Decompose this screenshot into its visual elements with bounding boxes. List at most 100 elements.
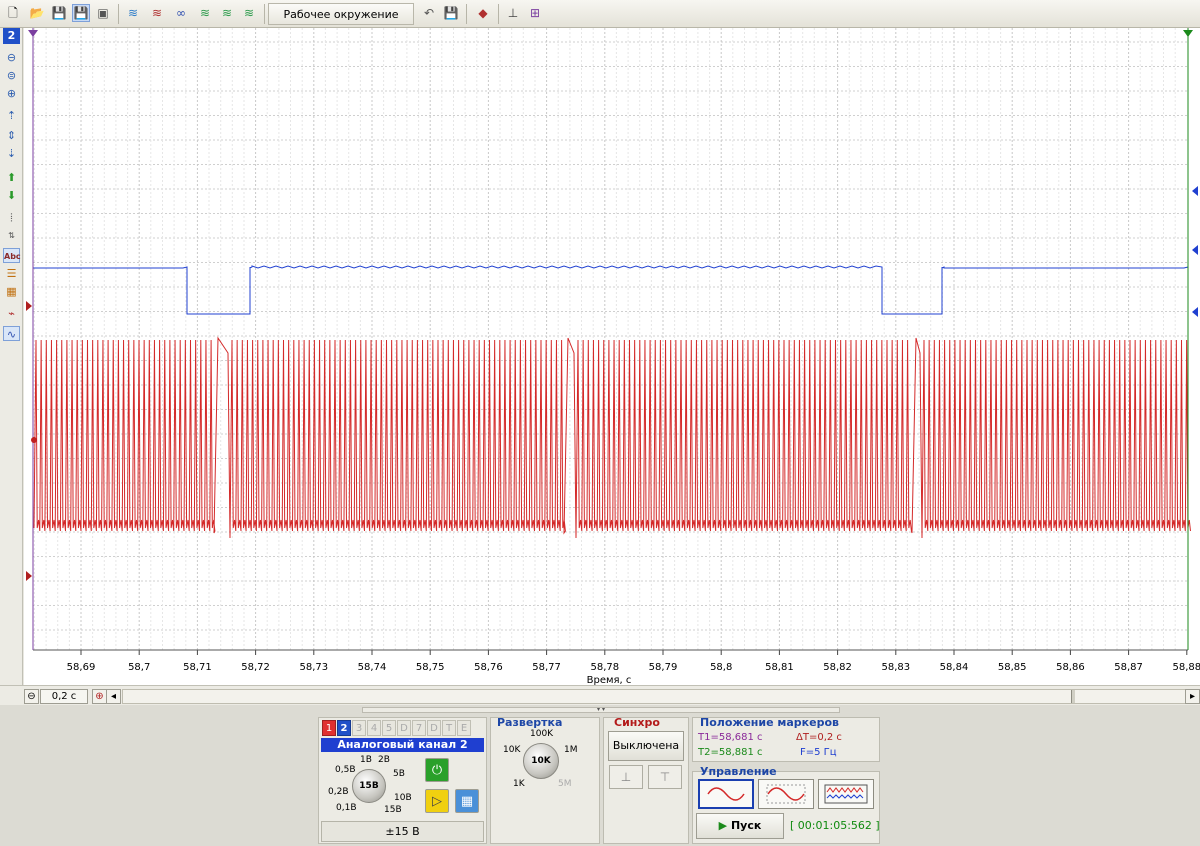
grid-icon[interactable]: ⦙ <box>3 210 20 225</box>
run-button[interactable]: ▶ Пуск <box>696 813 784 839</box>
arrow-down-icon[interactable]: ⬇ <box>3 188 20 203</box>
channel-tab-10[interactable]: E <box>457 720 471 736</box>
time-scrollbar[interactable] <box>122 689 1186 704</box>
x-tick-label: 58,87 <box>1114 662 1143 673</box>
signal-icon-2[interactable]: ≋ <box>148 4 166 22</box>
falling-edge-icon[interactable]: ⊤ <box>648 765 682 789</box>
channel-tab-1[interactable]: 1 <box>322 720 336 736</box>
knob-value: 15В <box>359 781 379 791</box>
workspace-button[interactable]: Рабочее окружение <box>268 3 414 25</box>
table-icon[interactable]: ▦ <box>3 284 20 299</box>
marker-end-handle <box>1183 30 1193 37</box>
single-mode-button[interactable] <box>698 779 754 809</box>
time-zoom-out-button[interactable]: ⊖ <box>24 689 39 704</box>
signal-icon-5[interactable]: ≋ <box>218 4 236 22</box>
workspace-label: Рабочее окружение <box>283 7 399 21</box>
marker-freq: F=5 Гц <box>800 747 837 758</box>
channel-badge[interactable]: 2 <box>3 28 20 44</box>
time-scale-value[interactable]: 0,2 с <box>40 689 88 704</box>
rising-edge-icon[interactable]: ⊥ <box>609 765 643 789</box>
sweep-label: 100K <box>530 729 554 739</box>
save-workspace-icon[interactable]: 💾 <box>442 4 460 22</box>
sweep-knob[interactable]: 10K <box>523 743 559 779</box>
trigger-point <box>31 437 37 443</box>
continuous-mode-button[interactable] <box>758 779 814 809</box>
signal-icon-4[interactable]: ≋ <box>196 4 214 22</box>
list-icon[interactable]: ☰ <box>3 266 20 281</box>
markers-title: Положение маркеров <box>700 716 839 729</box>
chart-icon[interactable]: ⌁ <box>3 306 20 321</box>
channel2-zero-marker <box>1192 245 1198 255</box>
power-icon[interactable]: ⏻ <box>425 758 449 782</box>
channel-tab-5[interactable]: 5 <box>382 720 396 736</box>
zoom-reset-icon[interactable]: ⊜ <box>3 68 20 83</box>
control-area: ▾ ▾ 1 2 3 4 5 D 7 D T E Аналоговый канал… <box>0 705 1200 846</box>
x-tick-label: 58,83 <box>881 662 910 673</box>
sweep-title: Развертка <box>497 716 563 729</box>
x-tick-label: 58,69 <box>67 662 96 673</box>
x-tick-label: 58,73 <box>299 662 328 673</box>
undo-icon[interactable]: ↶ <box>420 4 438 22</box>
save-as-icon[interactable]: 💾 <box>72 4 90 22</box>
sweep-label: 1K <box>513 779 525 789</box>
multi-wave-icon <box>824 784 868 804</box>
sync-mode-button[interactable]: Выключена <box>608 731 684 761</box>
move-up-icon[interactable]: ⇡ <box>3 108 20 123</box>
marker-start-handle <box>28 30 38 37</box>
x-tick-label: 58,75 <box>416 662 445 673</box>
toolbar-separator <box>466 4 467 24</box>
signal-icon-1[interactable]: ≋ <box>124 4 142 22</box>
channel-tab-3[interactable]: 3 <box>352 720 366 736</box>
x-tick-label: 58,8 <box>710 662 732 673</box>
scroll-right-button[interactable]: ▸ <box>1185 689 1200 704</box>
zoom-out-icon[interactable]: ⊖ <box>3 50 20 65</box>
signal-icon-3[interactable]: ∞ <box>172 4 190 22</box>
marker-dt: ΔT=0,2 с <box>796 732 842 743</box>
channel-tab-4[interactable]: 4 <box>367 720 381 736</box>
arrow-up-icon[interactable]: ⬆ <box>3 170 20 185</box>
scrollbar-thumb[interactable] <box>1071 690 1075 703</box>
layout-icon-2[interactable]: ⊞ <box>526 4 544 22</box>
x-tick-label: 58,74 <box>358 662 387 673</box>
eraser-icon[interactable]: ◆ <box>474 4 492 22</box>
time-zoom-in-button[interactable]: ⊕ <box>92 689 107 704</box>
calculator-icon[interactable]: ▦ <box>455 789 479 813</box>
run-label: Пуск <box>730 819 762 832</box>
knob-value: 10K <box>531 756 551 766</box>
channel-tab-9[interactable]: T <box>442 720 456 736</box>
save-icon[interactable]: 💾 <box>50 4 68 22</box>
sort-icon[interactable]: ⇅ <box>3 228 20 243</box>
x-tick-label: 58,86 <box>1056 662 1085 673</box>
scroll-left-button[interactable]: ◂ <box>106 689 121 704</box>
x-tick-label: 58,88 <box>1172 662 1200 673</box>
plot-grid <box>33 28 1188 650</box>
zoom-in-icon[interactable]: ⊕ <box>3 86 20 101</box>
main-toolbar: 🗋 📂 💾 💾 ▣ ≋ ≋ ∞ ≋ ≋ ≋ Рабочее окружение … <box>0 0 1200 28</box>
channel-tab-6[interactable]: D <box>397 720 411 736</box>
volt-label: 2В <box>378 755 390 765</box>
waveform-icon[interactable]: ∿ <box>3 326 20 341</box>
panel-splitter[interactable]: ▾ ▾ <box>362 707 840 713</box>
channel-tab-8[interactable]: D <box>427 720 441 736</box>
label-text-icon[interactable]: Abc <box>3 248 21 263</box>
volt-label: 10В <box>394 793 412 803</box>
sweep-label: 1M <box>564 745 578 755</box>
save-all-icon[interactable]: ▣ <box>94 4 112 22</box>
range-selector[interactable]: ±15 В <box>321 821 484 842</box>
play-icon[interactable]: ▷ <box>425 789 449 813</box>
recorder-mode-button[interactable] <box>818 779 874 809</box>
layout-icon-1[interactable]: ⊥ <box>504 4 522 22</box>
plot-canvas[interactable]: 58,69 58,7 58,71 58,72 58,73 58,74 58,75 58,76 5… <box>24 28 1200 686</box>
x-tick-label: 58,85 <box>998 662 1027 673</box>
move-down-icon[interactable]: ⇣ <box>3 146 20 161</box>
oscillogram-plot[interactable]: 58,69 58,7 58,71 58,72 58,73 58,74 58,75 58,76 5… <box>24 28 1200 686</box>
signal-icon-6[interactable]: ≋ <box>240 4 258 22</box>
center-icon[interactable]: ⇕ <box>3 128 20 143</box>
channel-tab-7[interactable]: 7 <box>412 720 426 736</box>
open-folder-icon[interactable]: 📂 <box>28 4 46 22</box>
channel-tab-2[interactable]: 2 <box>337 720 351 736</box>
volts-per-div-knob[interactable]: 15В <box>352 769 386 803</box>
channel-tabs: 1 2 3 4 5 D 7 D T E <box>322 720 472 736</box>
new-file-icon[interactable]: 🗋 <box>4 4 22 22</box>
volt-label: 5В <box>393 769 405 779</box>
